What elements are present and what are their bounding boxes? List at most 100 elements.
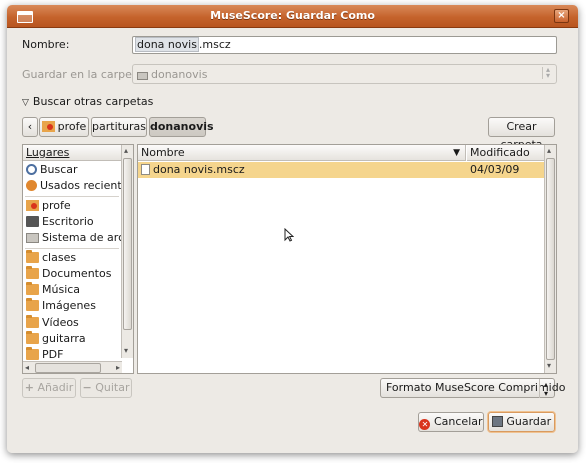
filename-selected-text: dona novis [135,37,199,52]
sidebar-item-label: Sistema de archivo [42,231,121,245]
folder-icon [26,249,39,263]
file-filter-combo[interactable]: Formato MuseScore Comprimido ▴ ▾ [380,378,565,398]
path-label-partituras: partituras [92,120,146,133]
save-button[interactable]: Guardar [488,412,555,432]
folder-icon [137,72,148,80]
desktop-icon [26,215,39,227]
close-icon[interactable]: × [554,9,569,23]
places-panel: Lugares Buscar Usados recientem profe Escri… [22,144,134,374]
sidebar-item-label: Usados recientem [40,179,121,193]
add-place-label: Añadir [37,381,74,394]
scroll-up-icon[interactable]: ▴ [124,146,128,155]
sidebar-item-label: Escritorio [42,214,94,228]
places-separator [25,247,119,249]
cancel-label: Cancelar [433,415,483,428]
scroll-left-icon[interactable]: ◂ [25,363,29,372]
filename-input[interactable]: dona novis .mscz [132,36,557,54]
save-label: Guardar [506,415,552,428]
scroll-down-icon[interactable]: ▾ [547,361,551,370]
dialog-body: Nombre: dona novis .mscz Guardar en la ca… [7,28,578,453]
save-in-folder-label: Guardar en la carpeta: [22,68,147,81]
cancel-icon: ✕ [419,419,431,430]
path-button-profe[interactable]: profe [39,117,89,137]
filename-extension: .mscz [198,38,231,51]
mouse-pointer-icon [284,228,294,242]
sidebar-item[interactable]: Música [26,282,121,298]
files-panel: Nombre ▼ Modificado dona novis.mscz 04/0… [137,144,557,374]
path-button-partituras[interactable]: partituras [91,117,147,137]
browse-label: Buscar otras carpetas [32,95,154,108]
folder-icon [26,265,39,279]
remove-place-button[interactable]: − Quitar [80,378,132,398]
sidebar-item[interactable]: Sistema de archivo [26,230,121,246]
combo-arrows-icon: ▴ ▾ [542,66,553,80]
create-folder-button[interactable]: Crear carpeta [488,117,555,151]
save-dialog: MuseScore: Guardar Como × Nombre: dona n… [0,0,586,463]
search-icon [26,164,37,175]
sort-chevron-down-icon: ▼ [453,148,460,158]
files-vscroll-thumb[interactable] [546,158,555,360]
sidebar-item-label: Música [42,283,81,297]
folder-icon [26,298,39,312]
column-name-label: Nombre [141,146,185,159]
sidebar-item-label: guitarra [42,332,86,345]
path-label-donanovis: donanovis [150,120,214,133]
chevron-left-icon: ‹ [27,120,33,133]
sidebar-item[interactable]: Documentos [26,265,121,282]
save-floppy-icon [491,416,503,427]
column-header-name[interactable]: Nombre ▼ [138,145,466,161]
sidebar-item-label: PDF [42,348,64,362]
places-separator [25,195,119,197]
path-label-profe: profe [57,120,87,133]
sidebar-item[interactable]: Vídeos [26,314,121,331]
combo-arrows-icon: ▴ ▾ [539,379,552,398]
save-in-folder-combo: donanovis ▴ ▾ [132,64,557,84]
window-title: MuseScore: Guardar Como [210,9,375,22]
scroll-down-icon[interactable]: ▾ [124,346,128,355]
title-bar[interactable]: MuseScore: Guardar Como × [7,5,578,28]
home-folder-icon [41,121,55,132]
path-back-button[interactable]: ‹ [22,117,38,137]
places-vscroll[interactable]: ▴ ▾ [121,145,133,358]
sidebar-item-label: Buscar [40,163,78,176]
places-header[interactable]: Lugares [23,145,122,161]
folder-icon [26,331,39,344]
path-button-donanovis[interactable]: donanovis [149,117,214,137]
file-name: dona novis.mscz [153,163,245,176]
sidebar-item[interactable]: Imágenes [26,298,121,314]
name-label: Nombre: [22,38,70,51]
scroll-right-icon[interactable]: ▸ [116,363,120,372]
sidebar-item[interactable]: Usados recientem [26,178,121,194]
sidebar-item[interactable]: Buscar [26,162,121,178]
folder-icon [26,314,39,328]
plus-icon: + [24,381,34,394]
places-hscroll[interactable]: ◂ ▸ [23,361,122,373]
sidebar-item[interactable]: profe [26,198,121,214]
places-hscroll-thumb[interactable] [35,363,101,373]
scroll-up-icon[interactable]: ▴ [547,146,551,155]
column-modified-label: Modificado [470,146,530,159]
add-place-button[interactable]: + Añadir [22,378,76,398]
sidebar-item[interactable]: guitarra [26,331,121,347]
sidebar-item-label: Vídeos [42,315,79,329]
sidebar-item-label: profe [42,198,71,212]
folder-icon [26,347,39,361]
home-folder-icon [26,199,39,211]
sidebar-item[interactable]: clases [26,249,121,266]
files-vscroll[interactable]: ▴ ▾ [544,145,556,373]
cancel-button[interactable]: ✕ Cancelar [418,412,484,432]
file-modified: 04/03/09 [470,163,520,176]
recent-icon [26,180,37,192]
browse-expander[interactable]: ▽ Buscar otras carpetas [22,95,153,108]
places-vscroll-thumb[interactable] [123,158,132,330]
remove-place-label: Quitar [95,381,130,394]
save-in-folder-value: donanovis [151,68,208,81]
file-row[interactable]: dona novis.mscz 04/03/09 [138,162,545,178]
expander-arrow-icon: ▽ [22,98,29,108]
column-header-modified[interactable]: Modificado [467,145,545,161]
sidebar-item-label: Documentos [42,266,112,280]
sidebar-item[interactable]: Escritorio [26,214,121,230]
sidebar-item-label: clases [42,250,77,264]
disk-icon [26,233,39,244]
places-header-label: Lugares [26,146,70,159]
